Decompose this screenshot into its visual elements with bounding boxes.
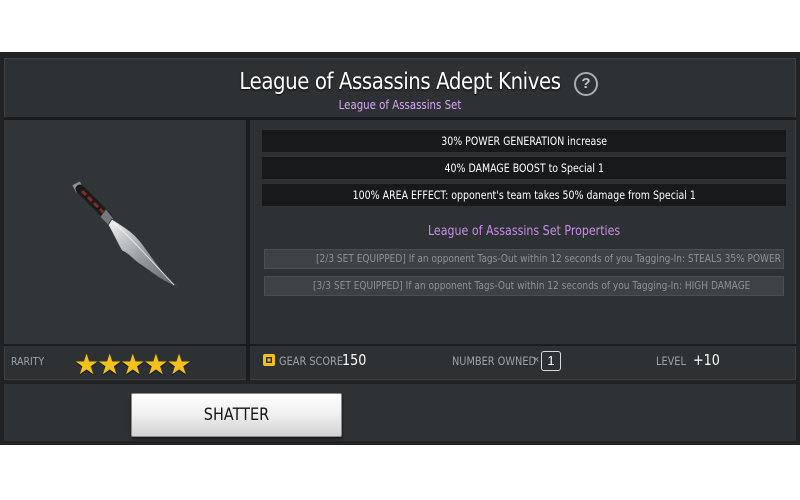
level-label: LEVEL	[656, 354, 686, 368]
number-owned-multiplier: ×	[533, 354, 540, 366]
set-property-text: [3/3 SET EQUIPPED] If an opponent Tags-O…	[313, 279, 751, 292]
gear-set-name: League of Assassins Set	[338, 98, 462, 112]
number-owned-value: 1	[541, 351, 561, 371]
set-property-row: [3/3 SET EQUIPPED] If an opponent Tags-O…	[264, 276, 784, 296]
number-owned-label: NUMBER OWNED	[452, 354, 537, 368]
star-icon: ★	[143, 349, 168, 380]
shatter-button-label: SHATTER	[203, 405, 270, 425]
gear-stats-list: 30% POWER GENERATION increase 40% DAMAGE…	[262, 130, 786, 211]
star-icon: ★	[74, 349, 99, 380]
stat-text: 40% DAMAGE BOOST to Special 1	[444, 161, 604, 175]
star-icon: ★	[166, 349, 191, 380]
star-icon: ★	[120, 349, 145, 380]
vertical-divider	[246, 120, 250, 380]
star-icon: ★	[97, 349, 122, 380]
gear-score-value: 150	[342, 351, 367, 369]
gear-header: League of Assassins Adept Knives League …	[4, 58, 796, 116]
stat-text: 30% POWER GENERATION increase	[441, 134, 607, 148]
set-properties-title-text: League of Assassins Set Properties	[427, 224, 621, 239]
curved-knife-icon	[71, 180, 179, 288]
shatter-button[interactable]: SHATTER	[131, 393, 342, 437]
rarity-stars: ★★★★★	[74, 348, 192, 381]
set-properties-title: League of Assassins Set Properties	[262, 224, 786, 239]
set-property-row: [2/3 SET EQUIPPED] If an opponent Tags-O…	[264, 249, 784, 269]
action-area	[4, 384, 796, 441]
gear-score-label: GEAR SCORE	[279, 354, 344, 368]
gear-score-icon	[263, 354, 275, 366]
help-button[interactable]: ?	[574, 72, 598, 96]
stat-row: 30% POWER GENERATION increase	[262, 130, 786, 152]
set-property-text: [2/3 SET EQUIPPED] If an opponent Tags-O…	[316, 252, 781, 265]
gear-title: League of Assassins Adept Knives	[239, 69, 561, 95]
stat-row: 40% DAMAGE BOOST to Special 1	[262, 157, 786, 179]
stat-text: 100% AREA EFFECT: opponent's team takes …	[352, 188, 696, 202]
stat-row: 100% AREA EFFECT: opponent's team takes …	[262, 184, 786, 206]
rarity-label: RARITY	[11, 355, 45, 368]
level-value: +10	[693, 351, 720, 369]
